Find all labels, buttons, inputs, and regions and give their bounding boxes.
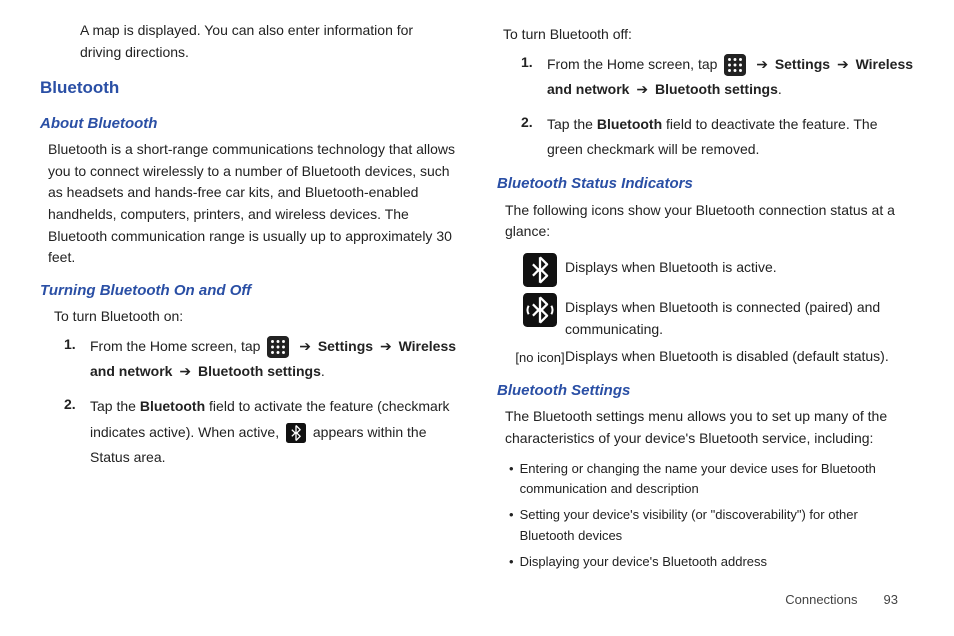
bold-bluetooth: Bluetooth bbox=[140, 398, 205, 414]
page-content: A map is displayed. You can also enter i… bbox=[0, 0, 954, 600]
step-number: 1. bbox=[521, 52, 547, 102]
bold-bluetooth-settings: Bluetooth settings bbox=[198, 363, 321, 379]
bluetooth-active-icon bbox=[523, 253, 557, 287]
bullet-text: Setting your device's visibility (or "di… bbox=[520, 505, 914, 545]
no-icon-label: [no icon] bbox=[515, 346, 565, 368]
turn-on-steps: 1. From the Home screen, tap ➔ Settings … bbox=[64, 334, 457, 470]
list-item: 2. Tap the Bluetooth field to activate t… bbox=[64, 394, 457, 470]
step-number: 2. bbox=[64, 394, 90, 470]
text-fragment: From the Home screen, tap bbox=[90, 338, 260, 354]
step-text: From the Home screen, tap ➔ Settings ➔ W… bbox=[547, 52, 914, 102]
bullet-text: Entering or changing the name your devic… bbox=[520, 459, 914, 499]
step-number: 1. bbox=[64, 334, 90, 384]
list-item: 2. Tap the Bluetooth field to deactivate… bbox=[521, 112, 914, 162]
table-row: Displays when Bluetooth is connected (pa… bbox=[515, 293, 914, 340]
arrow-icon: ➔ bbox=[179, 363, 191, 379]
bullet-text: Displaying your device's Bluetooth addre… bbox=[520, 552, 767, 572]
step-number: 2. bbox=[521, 112, 547, 162]
status-description: Displays when Bluetooth is disabled (def… bbox=[565, 346, 914, 368]
arrow-icon: ➔ bbox=[636, 81, 648, 97]
text-fragment: Tap the bbox=[547, 116, 597, 132]
left-column: A map is displayed. You can also enter i… bbox=[40, 20, 457, 600]
status-description: Displays when Bluetooth is connected (pa… bbox=[565, 293, 914, 340]
list-item: 1. From the Home screen, tap ➔ Settings … bbox=[64, 334, 457, 384]
arrow-icon: ➔ bbox=[299, 338, 311, 354]
bluetooth-connected-icon bbox=[523, 293, 557, 327]
text-fragment: . bbox=[778, 81, 782, 97]
bold-settings: Settings bbox=[318, 338, 373, 354]
step-text: Tap the Bluetooth field to deactivate th… bbox=[547, 112, 914, 162]
turn-on-lead: To turn Bluetooth on: bbox=[54, 306, 457, 328]
footer-page-number: 93 bbox=[884, 590, 898, 610]
list-item: Entering or changing the name your devic… bbox=[509, 459, 914, 499]
list-item: 1. From the Home screen, tap ➔ Settings … bbox=[521, 52, 914, 102]
apps-grid-icon bbox=[267, 336, 289, 358]
right-column: To turn Bluetooth off: 1. From the Home … bbox=[497, 20, 914, 600]
step-text: From the Home screen, tap ➔ Settings ➔ W… bbox=[90, 334, 457, 384]
bluetooth-settings-text: The Bluetooth settings menu allows you t… bbox=[505, 406, 914, 449]
text-fragment: Tap the bbox=[90, 398, 140, 414]
step-text: Tap the Bluetooth field to activate the … bbox=[90, 394, 457, 470]
heading-status-indicators: Bluetooth Status Indicators bbox=[497, 172, 914, 195]
status-description: Displays when Bluetooth is active. bbox=[565, 253, 914, 279]
text-fragment: From the Home screen, tap bbox=[547, 56, 717, 72]
page-footer: Connections 93 bbox=[0, 590, 954, 610]
arrow-icon: ➔ bbox=[756, 56, 768, 72]
heading-bluetooth: Bluetooth bbox=[40, 75, 457, 101]
heading-bluetooth-settings: Bluetooth Settings bbox=[497, 379, 914, 402]
footer-section: Connections bbox=[785, 590, 857, 610]
bold-bluetooth-settings: Bluetooth settings bbox=[655, 81, 778, 97]
table-row: Displays when Bluetooth is active. bbox=[515, 253, 914, 287]
settings-bullets: Entering or changing the name your devic… bbox=[509, 459, 914, 572]
status-icon-cell bbox=[515, 293, 565, 327]
turn-off-steps: 1. From the Home screen, tap ➔ Settings … bbox=[521, 52, 914, 163]
turn-off-lead: To turn Bluetooth off: bbox=[503, 24, 914, 46]
list-item: Displaying your device's Bluetooth addre… bbox=[509, 552, 914, 572]
status-icon-cell bbox=[515, 253, 565, 287]
continuation-text: A map is displayed. You can also enter i… bbox=[80, 20, 457, 63]
status-table: Displays when Bluetooth is active. Displ… bbox=[515, 253, 914, 369]
list-item: Setting your device's visibility (or "di… bbox=[509, 505, 914, 545]
arrow-icon: ➔ bbox=[837, 56, 849, 72]
arrow-icon: ➔ bbox=[380, 338, 392, 354]
bold-settings: Settings bbox=[775, 56, 830, 72]
status-indicators-text: The following icons show your Bluetooth … bbox=[505, 200, 914, 243]
heading-turning-on-off: Turning Bluetooth On and Off bbox=[40, 279, 457, 302]
text-fragment: . bbox=[321, 363, 325, 379]
about-bluetooth-text: Bluetooth is a short-range communication… bbox=[48, 139, 457, 269]
bold-bluetooth: Bluetooth bbox=[597, 116, 662, 132]
apps-grid-icon bbox=[724, 54, 746, 76]
bluetooth-icon bbox=[286, 423, 306, 443]
heading-about-bluetooth: About Bluetooth bbox=[40, 112, 457, 135]
table-row: [no icon] Displays when Bluetooth is dis… bbox=[515, 346, 914, 368]
